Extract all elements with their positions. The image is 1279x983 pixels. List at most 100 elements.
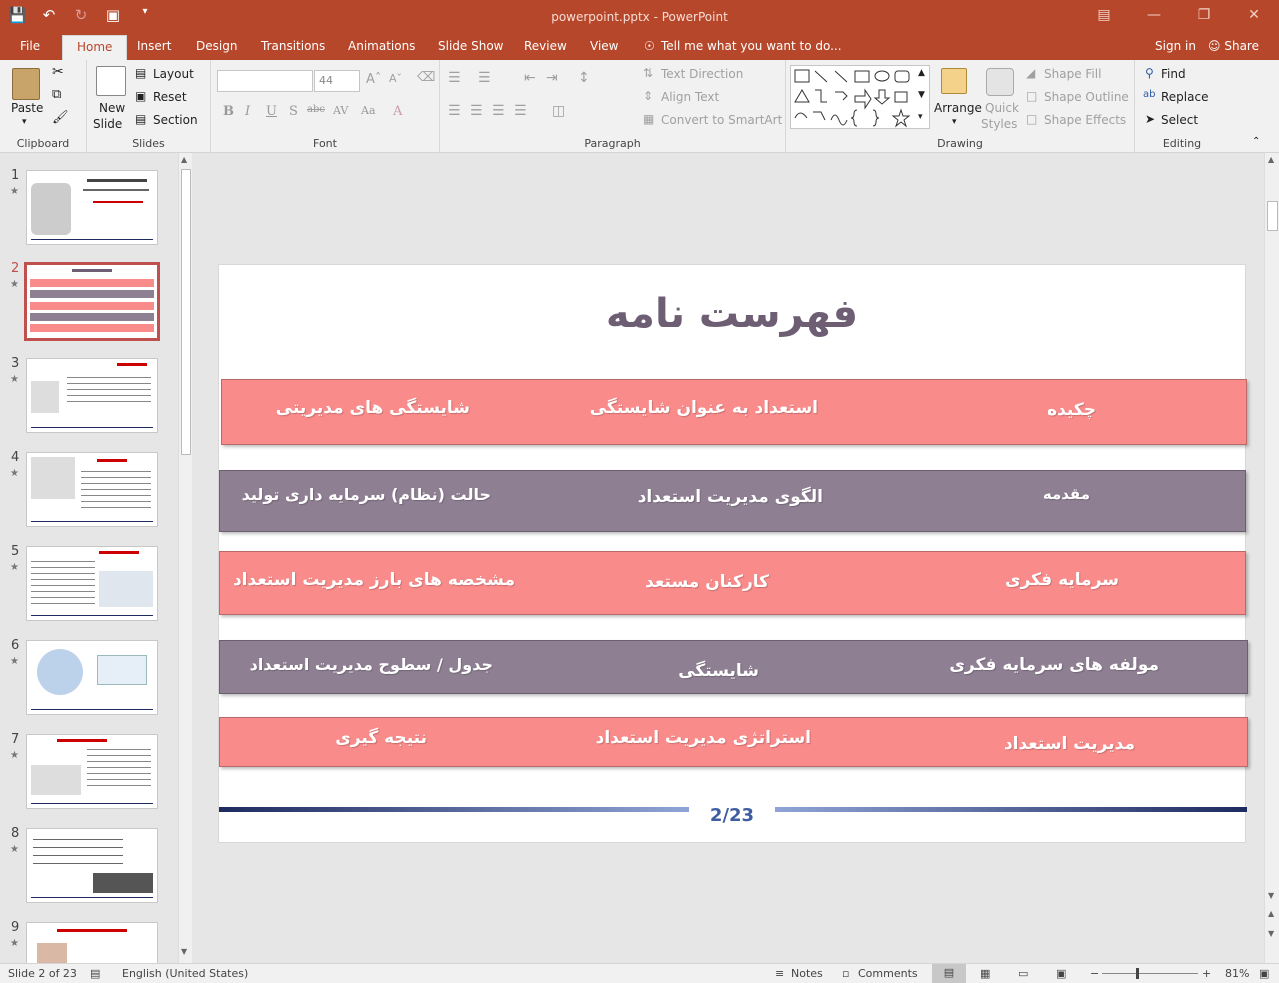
fit-to-window-icon[interactable]: ▣: [1259, 967, 1269, 980]
normal-view-icon[interactable]: ▤: [932, 964, 966, 983]
toc-row-1[interactable]: چکیده استعداد به عنوان شایستگی شایستگی ه…: [221, 379, 1247, 445]
quick-styles-label-1[interactable]: Quick: [985, 101, 1019, 115]
zoom-out-icon[interactable]: −: [1090, 967, 1099, 980]
shadow-icon[interactable]: S: [289, 104, 298, 119]
new-slide-icon[interactable]: [96, 66, 126, 96]
slide-title[interactable]: فهرست نامه: [219, 291, 1245, 337]
toc-row-2[interactable]: مقدمه الگوی مدیریت استعداد حالت (نظام) س…: [219, 470, 1246, 532]
slide-thumbnail[interactable]: [26, 546, 158, 621]
increase-font-icon[interactable]: Aˆ: [366, 72, 381, 87]
toc-item[interactable]: چکیده: [1047, 400, 1096, 420]
shapes-gallery[interactable]: ▲ ▼ ▾: [790, 65, 930, 129]
tab-slide-show[interactable]: Slide Show: [438, 39, 503, 53]
tab-insert[interactable]: Insert: [137, 39, 171, 53]
shapes-scroll-up-icon[interactable]: ▲: [918, 68, 925, 78]
shapes-more-icon[interactable]: ▾: [918, 112, 923, 122]
font-name-input[interactable]: [217, 70, 313, 92]
scroll-up-icon[interactable]: ▲: [181, 155, 187, 164]
toc-item[interactable]: مدیریت استعداد: [1004, 734, 1135, 754]
arrange-dropdown-icon[interactable]: ▾: [952, 117, 957, 127]
font-size-input[interactable]: 44: [314, 70, 360, 92]
slide-thumbnail[interactable]: [26, 734, 158, 809]
toc-item[interactable]: مولفه های سرمایه فکری: [949, 655, 1159, 675]
new-slide-label-1[interactable]: New: [99, 101, 125, 115]
toc-item[interactable]: حالت (نظام) سرمایه داری تولید: [242, 485, 491, 504]
character-spacing-icon[interactable]: AV: [333, 104, 348, 117]
numbering-icon[interactable]: ☰: [478, 70, 491, 86]
toc-item[interactable]: مشخصه های بارز مدیریت استعداد: [233, 570, 515, 590]
section-button[interactable]: Section: [153, 113, 198, 127]
spell-check-icon[interactable]: ▤: [90, 967, 100, 980]
convert-smartart-button[interactable]: Convert to SmartArt: [661, 113, 782, 127]
tab-transitions[interactable]: Transitions: [261, 39, 325, 53]
canvas-scrollbar[interactable]: ▲ ▼ ▲ ▼: [1264, 153, 1279, 963]
thumbnail-scrollbar[interactable]: ▲ ▼: [178, 153, 192, 963]
toc-item[interactable]: شایستگی های مدیریتی: [276, 398, 470, 418]
restore-icon[interactable]: ❐: [1179, 0, 1229, 30]
decrease-font-icon[interactable]: Aˇ: [389, 72, 402, 85]
layout-button[interactable]: Layout: [153, 67, 194, 81]
slide-thumbnail[interactable]: [26, 640, 158, 715]
columns-icon[interactable]: ◫: [552, 103, 565, 119]
new-slide-label-2[interactable]: Slide: [93, 117, 122, 131]
strikethrough-icon[interactable]: abc: [307, 104, 325, 115]
shapes-scroll-down-icon[interactable]: ▼: [918, 90, 925, 100]
select-button[interactable]: Select: [1161, 113, 1198, 127]
arrange-button[interactable]: Arrange: [934, 101, 982, 115]
notes-button[interactable]: Notes: [791, 967, 823, 980]
slide-2[interactable]: فهرست نامه چکیده استعداد به عنوان شایستگ…: [218, 264, 1248, 843]
toc-item[interactable]: شایستگی: [678, 661, 759, 681]
clear-formatting-icon[interactable]: ⌫: [417, 70, 435, 85]
change-case-icon[interactable]: Aa: [361, 104, 376, 117]
toc-item[interactable]: کارکنان مستعد: [645, 572, 769, 592]
zoom-slider-track[interactable]: [1102, 973, 1198, 974]
italic-icon[interactable]: I: [245, 104, 250, 119]
previous-slide-icon[interactable]: ▲: [1268, 909, 1274, 918]
scrollbar-thumb[interactable]: [1267, 201, 1278, 231]
tab-animations[interactable]: Animations: [348, 39, 415, 53]
shape-outline-button[interactable]: Shape Outline: [1044, 90, 1129, 104]
slide-thumbnail[interactable]: [26, 922, 158, 963]
cut-icon[interactable]: ✂: [52, 64, 64, 80]
justify-icon[interactable]: ☰: [514, 103, 527, 119]
align-right-icon[interactable]: ☰: [492, 103, 505, 119]
slide-thumbnail[interactable]: [26, 358, 158, 433]
collapse-ribbon-icon[interactable]: ⌃: [1252, 136, 1260, 147]
tab-home[interactable]: Home: [62, 35, 128, 60]
slide-editing-canvas[interactable]: فهرست نامه چکیده استعداد به عنوان شایستگ…: [197, 153, 1264, 963]
align-left-icon[interactable]: ☰: [448, 103, 461, 119]
scroll-down-icon[interactable]: ▼: [1268, 891, 1274, 900]
tab-design[interactable]: Design: [196, 39, 237, 53]
toc-item[interactable]: سرمایه فکری: [1005, 570, 1119, 590]
underline-icon[interactable]: U: [266, 104, 277, 119]
zoom-level[interactable]: 81%: [1225, 967, 1249, 980]
toc-row-4[interactable]: مولفه های سرمایه فکری شایستگی جدول / سطو…: [219, 640, 1248, 694]
format-painter-icon[interactable]: 🖌: [52, 110, 69, 125]
zoom-in-icon[interactable]: +: [1202, 967, 1211, 980]
slide-thumbnail[interactable]: [26, 170, 158, 245]
tab-view[interactable]: View: [590, 39, 618, 53]
quick-styles-label-2[interactable]: Styles: [981, 117, 1017, 131]
toc-item[interactable]: استراتژی مدیریت استعداد: [596, 728, 811, 748]
reading-view-icon[interactable]: ▭: [1018, 967, 1028, 980]
reset-button[interactable]: Reset: [153, 90, 187, 104]
paste-button[interactable]: Paste: [11, 101, 43, 115]
sign-in-link[interactable]: Sign in: [1155, 39, 1196, 53]
slide-thumbnail-panel[interactable]: 1 ★ 2 ★ 3 ★ 4 ★ 5 ★ 6 ★ 7 ★ 8 ★ 9 ★ ▲ ▼: [0, 153, 197, 963]
toc-item[interactable]: جدول / سطوح مدیریت استعداد: [250, 655, 493, 674]
slide-thumbnail[interactable]: [26, 452, 158, 527]
zoom-slider-thumb[interactable]: [1136, 968, 1139, 979]
arrange-icon[interactable]: [941, 68, 967, 94]
bold-icon[interactable]: B: [223, 104, 234, 119]
next-slide-icon[interactable]: ▼: [1268, 929, 1274, 938]
scrollbar-thumb[interactable]: [181, 169, 191, 455]
copy-icon[interactable]: ⧉: [52, 87, 61, 102]
scroll-down-icon[interactable]: ▼: [181, 947, 187, 956]
close-icon[interactable]: ✕: [1229, 0, 1279, 30]
font-color-icon[interactable]: A: [393, 104, 402, 119]
slide-show-icon[interactable]: ▣: [1056, 967, 1066, 980]
slide-thumbnail[interactable]: [26, 828, 158, 903]
paste-dropdown-icon[interactable]: ▾: [22, 117, 27, 127]
text-direction-button[interactable]: Text Direction: [661, 67, 743, 81]
tell-me-search[interactable]: Tell me what you want to do...: [661, 39, 842, 53]
